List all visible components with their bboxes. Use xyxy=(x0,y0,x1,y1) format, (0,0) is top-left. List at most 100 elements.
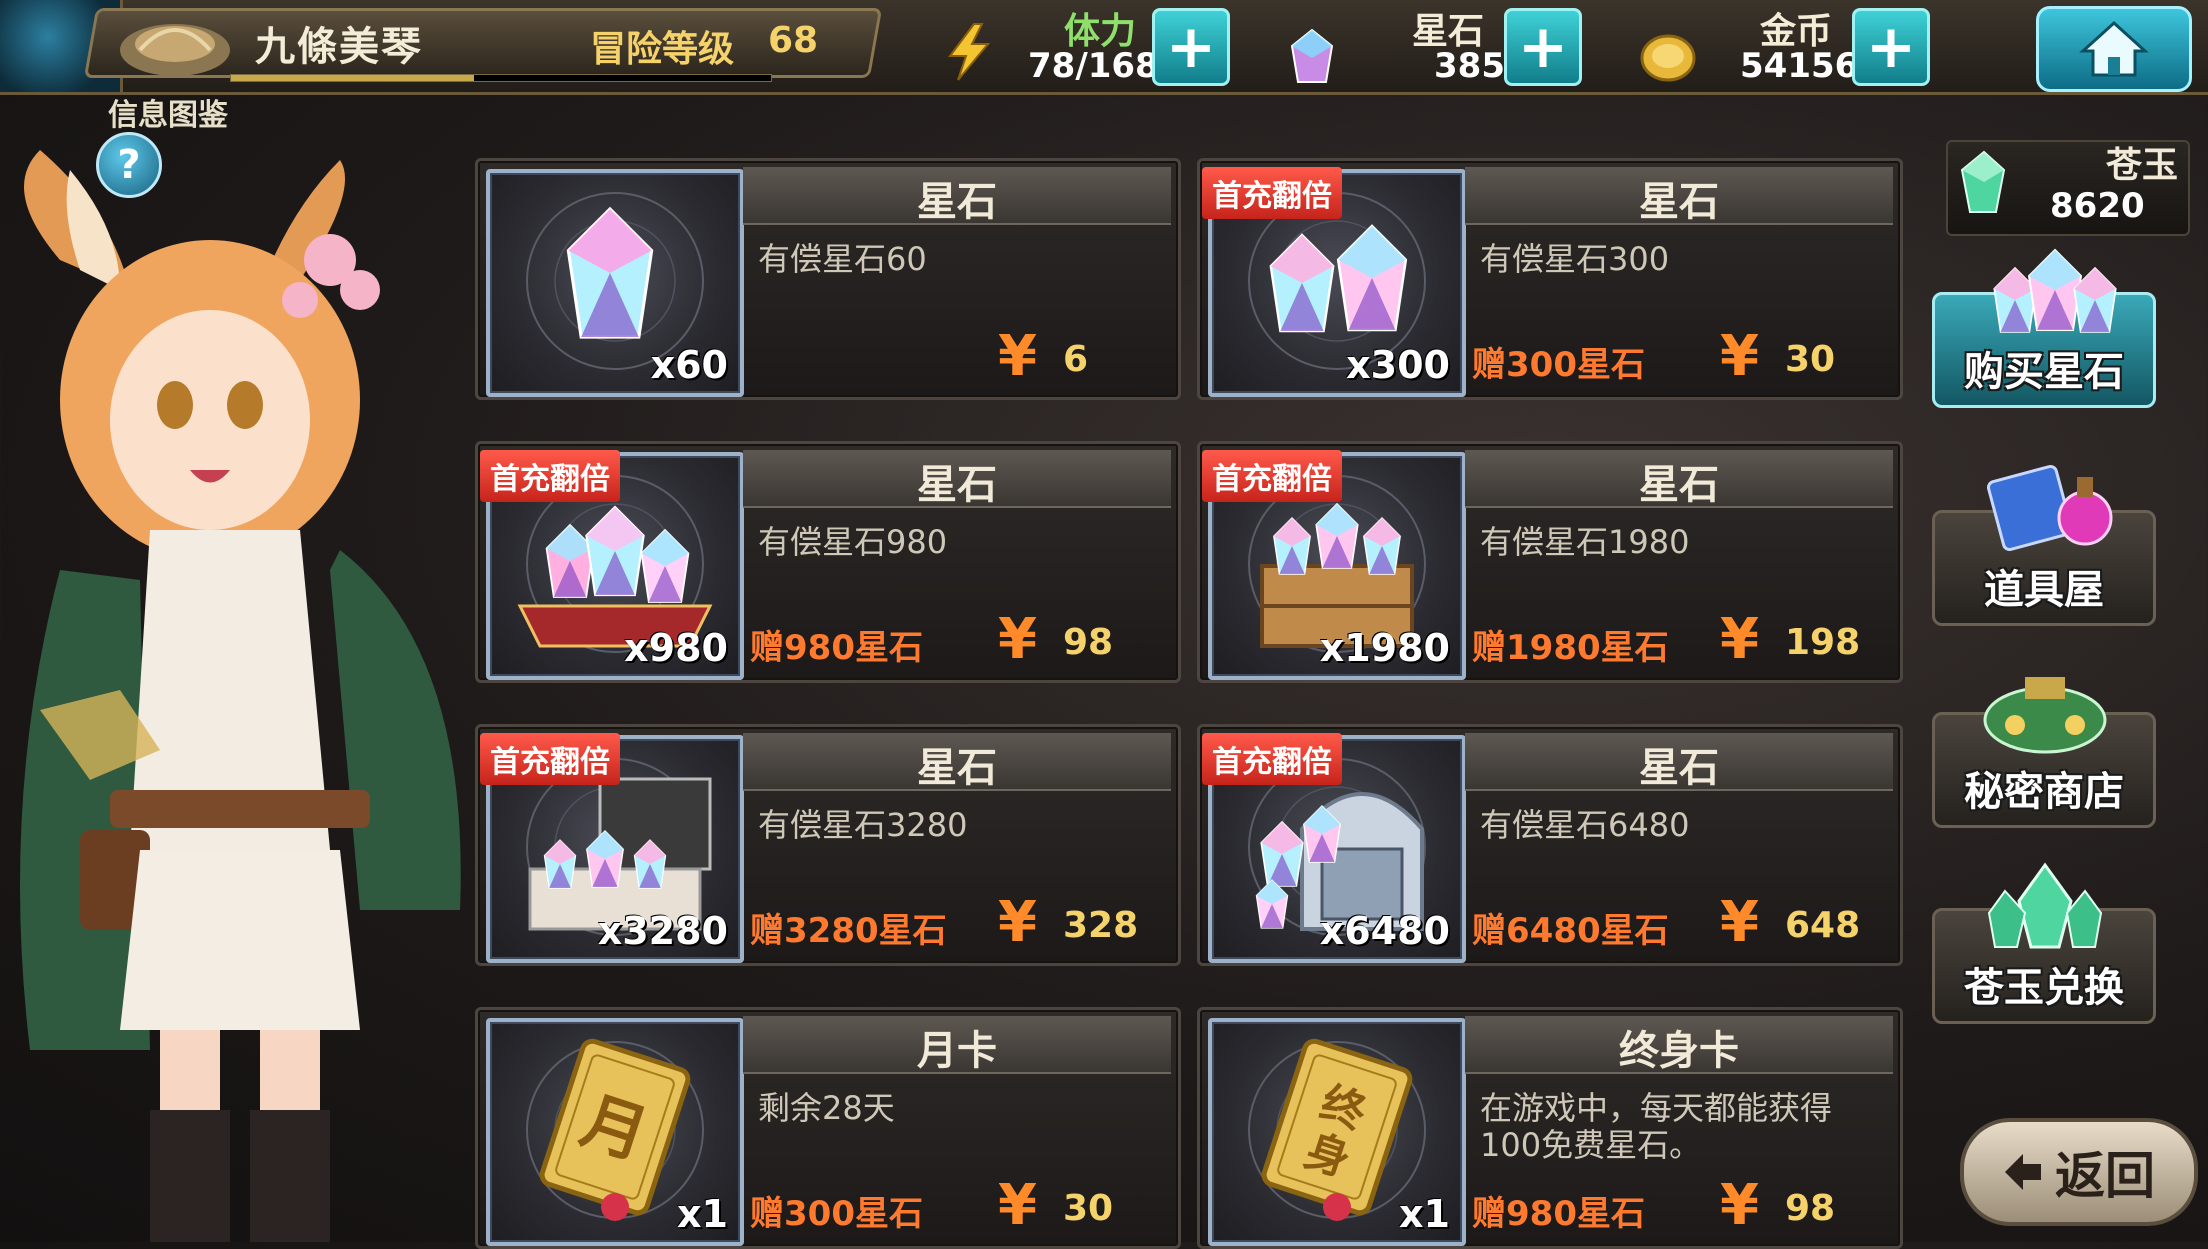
back-arrow-icon xyxy=(2005,1154,2041,1190)
item-quantity: x60 xyxy=(650,343,728,387)
item-bonus: 赠3280星石 xyxy=(750,911,947,951)
item-title: 星石 xyxy=(917,179,997,225)
first-recharge-double-badge: 首充翻倍 xyxy=(480,450,620,502)
shop-item-card[interactable]: x300 首充翻倍 星石 有偿星石300 赠300星石 ¥ 30 xyxy=(1197,158,1903,400)
item-quantity: x1 xyxy=(677,1192,728,1236)
item-description: 有偿星石60 xyxy=(758,240,927,278)
first-recharge-double-badge: 首充翻倍 xyxy=(1202,450,1342,502)
exp-bar xyxy=(230,74,772,82)
side-menu-icon-wrap xyxy=(1945,861,2145,955)
gold-coin-icon xyxy=(1640,34,1696,82)
coins-value: 54156 xyxy=(1740,46,1859,86)
item-title: 星石 xyxy=(1639,179,1719,225)
adventure-level-value: 68 xyxy=(768,20,819,61)
item-bonus: 赠300星石 xyxy=(1472,345,1645,385)
item-price: 98 xyxy=(1063,622,1114,663)
side-menu-icon-wrap xyxy=(1945,665,2145,759)
side-menu-button[interactable]: 秘密商店 xyxy=(1932,677,2156,828)
info-encyclopedia-label[interactable]: 信息图鉴 xyxy=(108,90,228,134)
item-quantity: x3280 xyxy=(597,909,728,953)
side-menu-button[interactable]: 苍玉兑换 xyxy=(1932,862,2156,1024)
back-button[interactable]: 返回 xyxy=(1960,1118,2198,1226)
player-name: 九條美琴 xyxy=(255,24,423,70)
lightning-icon xyxy=(948,23,991,81)
item-thumbnail: 终 身 x1 xyxy=(1208,1018,1466,1246)
home-button[interactable] xyxy=(2036,6,2192,92)
item-description: 在游戏中，每天都能获得100免费星石。 xyxy=(1480,1089,1833,1164)
side-menu-icon-wrap xyxy=(1945,245,2145,339)
shop-item-card[interactable]: x6480 首充翻倍 星石 有偿星石6480 赠6480星石 ¥ 648 xyxy=(1197,724,1903,966)
item-title: 星石 xyxy=(917,745,997,791)
shop-item-card[interactable]: x60 星石 有偿星石60 ¥ 6 xyxy=(475,158,1181,400)
item-quantity: x980 xyxy=(624,626,728,670)
yen-icon: ¥ xyxy=(1720,607,1759,672)
item-title: 星石 xyxy=(917,462,997,508)
shop-item-card[interactable]: x1980 首充翻倍 星石 有偿星石1980 赠1980星石 ¥ 198 xyxy=(1197,441,1903,683)
item-quantity: x6480 xyxy=(1319,909,1450,953)
item-quantity: x300 xyxy=(1346,343,1450,387)
item-description: 有偿星石3280 xyxy=(758,806,968,844)
stamina-value: 78/168 xyxy=(1028,46,1159,86)
jade-crystal-icon xyxy=(1987,862,2103,949)
item-price: 30 xyxy=(1063,1188,1114,1229)
item-title: 月卡 xyxy=(917,1028,997,1074)
side-menu-label: 秘密商店 xyxy=(1964,769,2124,815)
first-recharge-double-badge: 首充翻倍 xyxy=(480,733,620,785)
side-menu-button[interactable]: 购买星石 xyxy=(1932,248,2156,408)
item-description: 有偿星石300 xyxy=(1480,240,1670,278)
jade-gem-icon xyxy=(1960,150,2006,213)
yen-icon: ¥ xyxy=(1720,890,1759,955)
item-description: 有偿星石1980 xyxy=(1480,523,1690,561)
item-quantity: x1 xyxy=(1399,1192,1450,1236)
item-description: 有偿星石980 xyxy=(758,523,948,561)
gem-pile-icon xyxy=(1993,248,2117,333)
yen-icon: ¥ xyxy=(1720,1173,1759,1238)
item-description: 有偿星石6480 xyxy=(1480,806,1690,844)
item-thumbnail: 月 x1 xyxy=(486,1018,744,1246)
item-bonus: 赠1980星石 xyxy=(1472,628,1669,668)
back-label: 返回 xyxy=(2055,1147,2155,1205)
treasure-bag-icon xyxy=(1983,677,2107,754)
exp-bar-fill xyxy=(231,75,474,81)
jade-value: 8620 xyxy=(2050,186,2145,226)
home-icon xyxy=(2079,20,2149,77)
yen-icon: ¥ xyxy=(1720,324,1759,389)
item-bonus: 赠980星石 xyxy=(1472,1194,1645,1234)
add-coins-button[interactable]: + xyxy=(1852,8,1930,86)
shop-item-card[interactable]: 月 x1 月卡 剩余28天 赠300星石 ¥ 30 xyxy=(475,1007,1181,1249)
side-menu-icon-wrap xyxy=(1945,463,2145,557)
item-bonus: 赠980星石 xyxy=(750,628,923,668)
gems-value: 385 xyxy=(1434,46,1505,86)
item-thumbnail: x60 xyxy=(486,169,744,397)
character-illustration xyxy=(20,150,461,1242)
jade-label: 苍玉 xyxy=(2106,145,2179,186)
side-menu-label: 道具屋 xyxy=(1984,567,2104,613)
add-stamina-button[interactable]: + xyxy=(1152,8,1230,86)
yen-icon: ¥ xyxy=(998,607,1037,672)
yen-icon: ¥ xyxy=(998,324,1037,389)
player-avatar-icon xyxy=(120,24,230,76)
item-price: 6 xyxy=(1063,339,1089,380)
yen-icon: ¥ xyxy=(998,1173,1037,1238)
first-recharge-double-badge: 首充翻倍 xyxy=(1202,733,1342,785)
side-menu-label: 苍玉兑换 xyxy=(1964,965,2124,1011)
side-menu-button[interactable]: 道具屋 xyxy=(1932,464,2156,626)
first-recharge-double-badge: 首充翻倍 xyxy=(1202,167,1342,219)
item-price: 648 xyxy=(1785,905,1861,946)
item-price: 328 xyxy=(1063,905,1139,946)
side-menu-label: 购买星石 xyxy=(1964,349,2124,395)
star-gem-icon xyxy=(1290,28,1334,83)
item-description: 剩余28天 xyxy=(758,1089,895,1127)
adventure-level-label: 冒险等级 xyxy=(590,29,735,70)
item-price: 198 xyxy=(1785,622,1861,663)
potion-book-icon xyxy=(1986,464,2113,552)
item-title: 星石 xyxy=(1639,462,1719,508)
shop-item-card[interactable]: 终 身 x1 终身卡 在游戏中，每天都能获得100免费星石。 赠980星石 ¥ … xyxy=(1197,1007,1903,1249)
item-bonus: 赠300星石 xyxy=(750,1194,923,1234)
item-title: 星石 xyxy=(1639,745,1719,791)
shop-item-card[interactable]: x3280 首充翻倍 星石 有偿星石3280 赠3280星石 ¥ 328 xyxy=(475,724,1181,966)
item-price: 30 xyxy=(1785,339,1836,380)
shop-item-card[interactable]: x980 首充翻倍 星石 有偿星石980 赠980星石 ¥ 98 xyxy=(475,441,1181,683)
add-gems-button[interactable]: + xyxy=(1504,8,1582,86)
item-title: 终身卡 xyxy=(1619,1028,1739,1074)
